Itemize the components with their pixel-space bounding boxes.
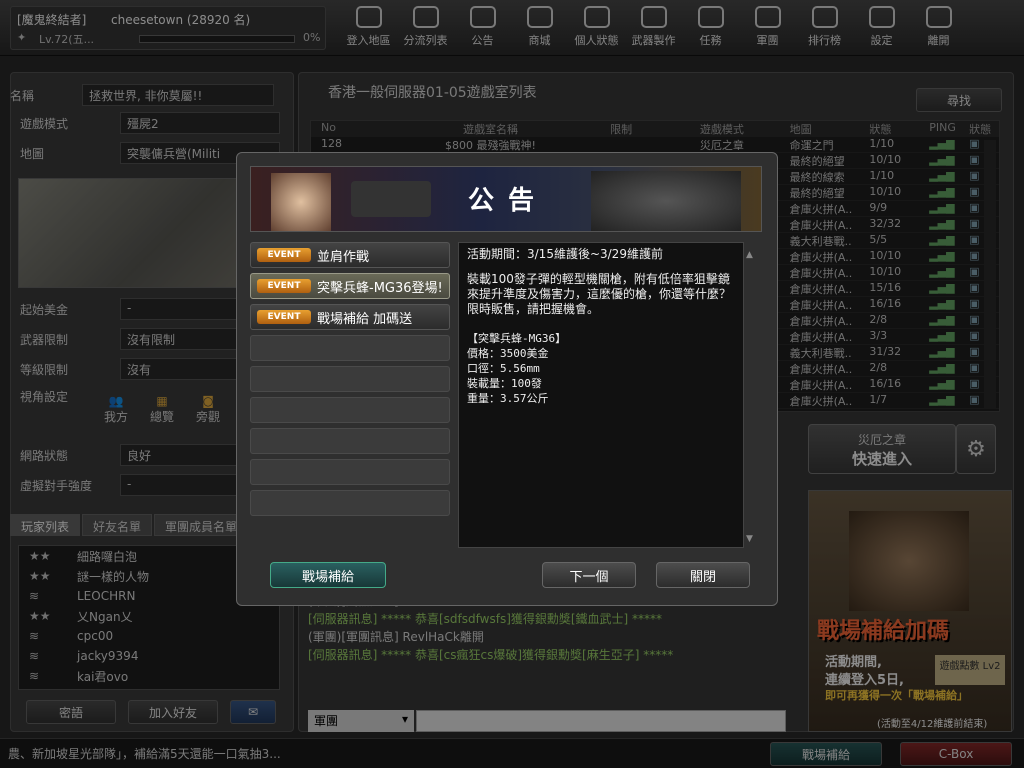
event-tag: EVENT (257, 279, 311, 293)
event-tag: EVENT (257, 248, 311, 262)
event-item-empty[interactable] (250, 428, 450, 454)
scroll-down-icon[interactable]: ▼ (746, 534, 753, 544)
event-description: 裝載100發子彈的輕型機關槍，附有低倍率狙擊鏡來提升準度及傷害力，這麼優的槍，你… (467, 272, 732, 316)
event-label: 突擊兵蜂-MG36登場! (317, 280, 443, 296)
spec-caliber: 口徑：5.56mm (467, 362, 540, 375)
spec-capacity: 裝載量：100發 (467, 377, 542, 390)
event-item-empty[interactable] (250, 459, 450, 485)
spec-title: 【突擊兵蜂-MG36】 (467, 332, 567, 345)
event-period: 活動期間：3/15維護後~3/29維護前 (467, 247, 663, 261)
event-item-empty[interactable] (250, 490, 450, 516)
announcement-content: 活動期間：3/15維護後~3/29維護前 裝載100發子彈的輕型機關槍，附有低倍… (458, 242, 744, 548)
event-item-empty[interactable] (250, 366, 450, 392)
event-item-3[interactable]: EVENT 戰場補給 加碼送 (250, 304, 450, 330)
announcement-title: 公告 (468, 186, 549, 216)
soldiers-image (591, 171, 741, 231)
event-label: 戰場補給 加碼送 (317, 311, 413, 327)
event-item-empty[interactable] (250, 335, 450, 361)
event-tag: EVENT (257, 310, 311, 324)
modal-supply-button[interactable]: 戰場補給 (270, 562, 386, 588)
spec-weight: 重量：3.57公斤 (467, 392, 549, 405)
pistol-image (351, 181, 431, 217)
close-button[interactable]: 關閉 (656, 562, 750, 588)
event-item-empty[interactable] (250, 397, 450, 423)
event-item-2[interactable]: EVENT 突擊兵蜂-MG36登場! (250, 273, 450, 299)
female-soldier-image (271, 173, 331, 231)
spec-price: 價格：3500美金 (467, 347, 549, 360)
event-item-1[interactable]: EVENT 並肩作戰 (250, 242, 450, 268)
next-button[interactable]: 下一個 (542, 562, 636, 588)
event-label: 並肩作戰 (317, 249, 370, 265)
scroll-up-icon[interactable]: ▲ (746, 250, 753, 260)
